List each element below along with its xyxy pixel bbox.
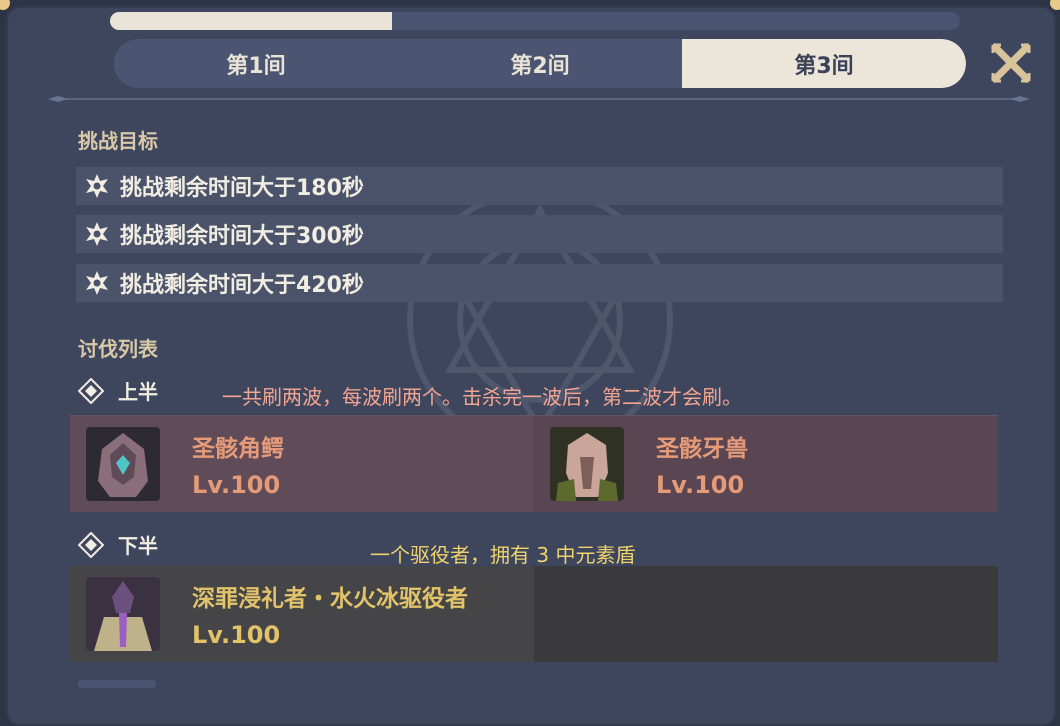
scroll-indicator — [78, 680, 156, 688]
challenge-goal: 挑战剩余时间大于300秒 — [76, 215, 1003, 253]
enemy-card[interactable]: 深罪浸礼者・水火冰驱役者 Lv.100 — [70, 566, 534, 662]
enemy-level: Lv.100 — [192, 621, 281, 649]
enemy-card[interactable]: 圣骸牙兽 Lv.100 — [534, 416, 998, 512]
close-icon[interactable] — [990, 42, 1032, 84]
enemy-card[interactable]: 圣骸角鳄 Lv.100 — [70, 416, 534, 512]
star-icon — [86, 222, 108, 246]
second-half-label: 下半 — [78, 530, 158, 559]
goal-text: 挑战剩余时间大于300秒 — [120, 224, 364, 249]
first-half-label: 上半 — [78, 376, 158, 405]
diamond-icon — [78, 531, 104, 558]
enemy-portrait — [550, 427, 624, 501]
header-strip — [110, 12, 960, 30]
corner-ornament — [0, 0, 10, 10]
ornament-divider — [48, 96, 1030, 102]
enemy-portrait — [86, 577, 160, 651]
diamond-icon — [78, 377, 104, 404]
enemy-level: Lv.100 — [192, 471, 281, 499]
enemy-list-title: 讨伐列表 — [78, 337, 158, 361]
enemy-name: 圣骸牙兽 — [656, 436, 748, 462]
goal-text: 挑战剩余时间大于420秒 — [120, 273, 364, 298]
tab-chamber-2[interactable]: 第2间 — [398, 39, 682, 88]
enemy-level: Lv.100 — [656, 471, 745, 499]
enemy-portrait — [86, 427, 160, 501]
challenge-goal: 挑战剩余时间大于180秒 — [76, 167, 1003, 205]
star-icon — [86, 271, 108, 295]
chamber-tabs: 第1间 第2间 第3间 — [114, 39, 966, 88]
star-icon — [86, 174, 108, 198]
corner-ornament — [1050, 0, 1060, 10]
challenge-goal: 挑战剩余时间大于420秒 — [76, 264, 1003, 302]
tab-chamber-3[interactable]: 第3间 — [682, 39, 966, 88]
half-label-text: 上半 — [118, 380, 158, 404]
enemy-row: 深罪浸礼者・水火冰驱役者 Lv.100 — [70, 566, 998, 662]
enemy-name: 圣骸角鳄 — [192, 436, 284, 462]
enemy-row: 圣骸角鳄 Lv.100 圣骸牙兽 Lv.100 — [70, 415, 998, 512]
tab-chamber-1[interactable]: 第1间 — [114, 39, 398, 88]
half-label-text: 下半 — [118, 534, 158, 558]
second-half-annotation: 一个驱役者，拥有 3 中元素盾 — [370, 543, 636, 567]
goal-text: 挑战剩余时间大于180秒 — [120, 176, 364, 201]
enemy-name: 深罪浸礼者・水火冰驱役者 — [192, 586, 468, 612]
challenge-title: 挑战目标 — [78, 129, 158, 153]
first-half-annotation: 一共刷两波，每波刷两个。击杀完一波后，第二波才会刷。 — [222, 385, 742, 409]
